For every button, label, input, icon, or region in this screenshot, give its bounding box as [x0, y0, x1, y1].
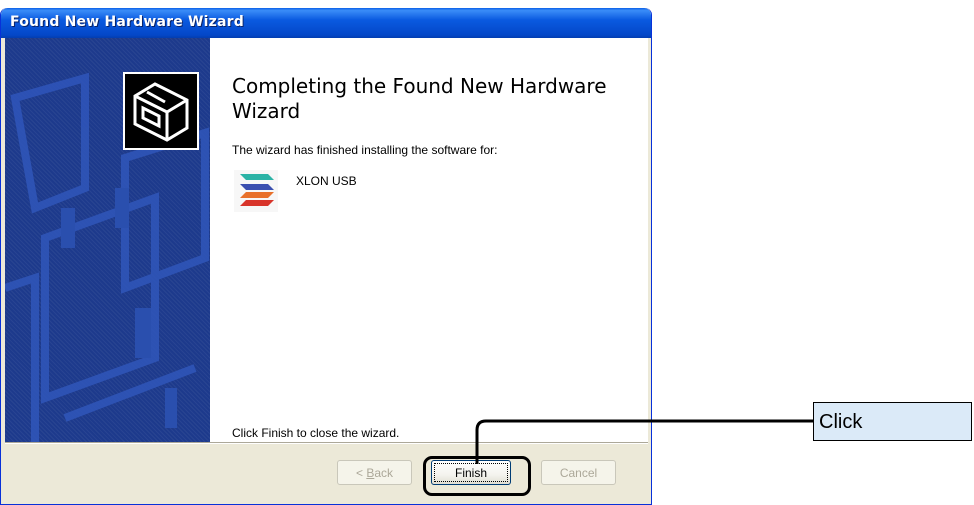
back-button[interactable]: < Back [337, 460, 412, 485]
description-text: The wizard has finished installing the s… [232, 143, 498, 157]
close-instruction-text: Click Finish to close the wizard. [232, 426, 400, 440]
device-name: XLON USB [296, 174, 357, 188]
cancel-button[interactable]: Cancel [541, 460, 616, 485]
button-separator [5, 442, 648, 444]
finish-highlight-box [423, 456, 531, 496]
wizard-side-graphic [5, 38, 210, 442]
back-button-mnemonic: B [366, 465, 375, 480]
device-icon [234, 170, 278, 212]
title-bar[interactable]: Found New Hardware Wizard [1, 8, 651, 38]
page-title: Completing the Found New Hardware Wizard [232, 74, 607, 123]
window-title: Found New Hardware Wizard [10, 14, 244, 30]
wizard-window: Found New Hardware Wizard Completing the… [0, 8, 652, 505]
hardware-wizard-icon [123, 72, 199, 150]
back-button-prefix: < [355, 465, 367, 480]
callout-label: Click [813, 402, 972, 441]
wizard-content: Completing the Found New Hardware Wizard… [210, 38, 648, 442]
cancel-button-label: Cancel [559, 465, 598, 480]
back-button-rest: ack [374, 465, 394, 480]
